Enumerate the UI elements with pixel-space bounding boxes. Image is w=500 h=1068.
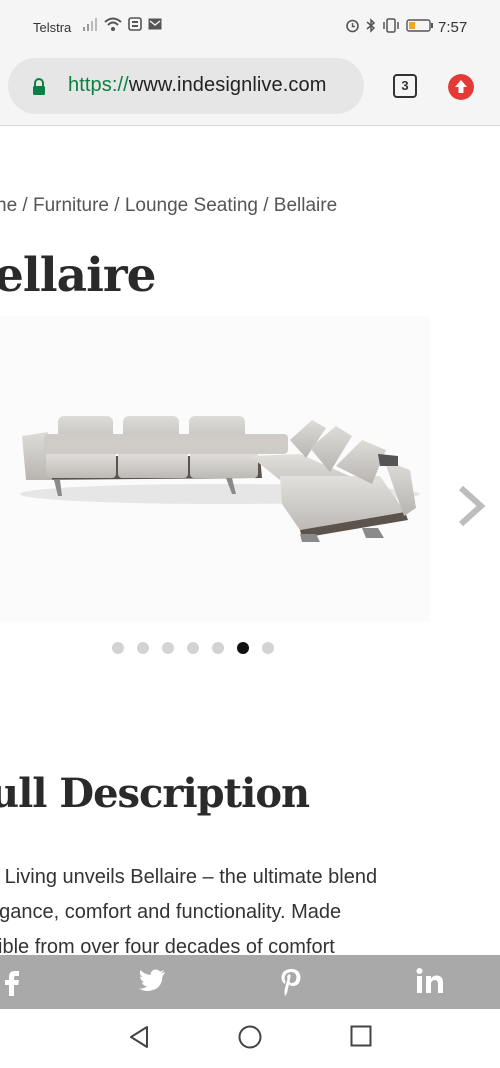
browser-toolbar: https://www.indesignlive.com 3	[0, 52, 500, 126]
twitter-icon[interactable]	[138, 967, 166, 993]
url-host: www.indesignlive.com	[128, 74, 327, 96]
carrier-label: Telstra	[33, 20, 72, 35]
section-title: ull Description	[0, 770, 310, 817]
url-text[interactable]: https://www.indesignlive.com	[68, 74, 326, 97]
breadcrumb[interactable]: ne / Furniture / Lounge Seating / Bellai…	[0, 195, 337, 217]
status-icons-left	[82, 17, 162, 31]
upload-icon[interactable]	[448, 74, 474, 100]
lock-icon	[33, 78, 45, 95]
linkedin-icon[interactable]	[416, 967, 444, 995]
clock: 7:57	[438, 19, 468, 36]
pagination-dot[interactable]	[187, 642, 199, 654]
pagination-dot[interactable]	[262, 642, 274, 654]
pagination-dot[interactable]	[112, 642, 124, 654]
address-bar[interactable]: https://www.indesignlive.com	[8, 58, 364, 114]
status-bar: Telstra 7:57	[0, 0, 500, 52]
pagination-dot[interactable]	[212, 642, 224, 654]
description-line: n Living unveils Bellaire – the ultimate…	[0, 866, 378, 888]
url-scheme: https://	[68, 74, 129, 96]
share-bar	[0, 955, 500, 1009]
gallery-pagination	[112, 642, 274, 654]
description-line: egance, comfort and functionality. Made	[0, 901, 342, 923]
page-title: ellaire	[0, 248, 157, 303]
chevron-right-icon[interactable]	[455, 484, 487, 528]
bluetooth-icon	[366, 18, 376, 33]
pagination-dot[interactable]	[162, 642, 174, 654]
vibrate-icon	[383, 18, 399, 33]
pagination-dot-active[interactable]	[237, 642, 249, 654]
description-text: n Living unveils Bellaire – the ultimate…	[0, 860, 500, 965]
pagination-dot[interactable]	[137, 642, 149, 654]
product-gallery[interactable]	[0, 316, 430, 622]
recents-icon[interactable]	[350, 1025, 372, 1047]
pinterest-icon[interactable]	[280, 967, 302, 997]
wifi-icon	[104, 17, 122, 31]
back-icon[interactable]	[128, 1025, 150, 1049]
battery-icon	[406, 19, 433, 32]
signal-icon	[83, 18, 97, 31]
facebook-icon[interactable]	[2, 967, 22, 997]
news-icon	[128, 17, 142, 31]
android-navigation-bar	[0, 1009, 500, 1068]
tab-switcher-button[interactable]: 3	[393, 74, 417, 98]
alarm-icon	[346, 19, 359, 33]
home-icon[interactable]	[238, 1025, 262, 1049]
mail-icon	[148, 18, 162, 30]
status-icons-right	[345, 18, 434, 33]
sofa-image	[20, 416, 420, 542]
